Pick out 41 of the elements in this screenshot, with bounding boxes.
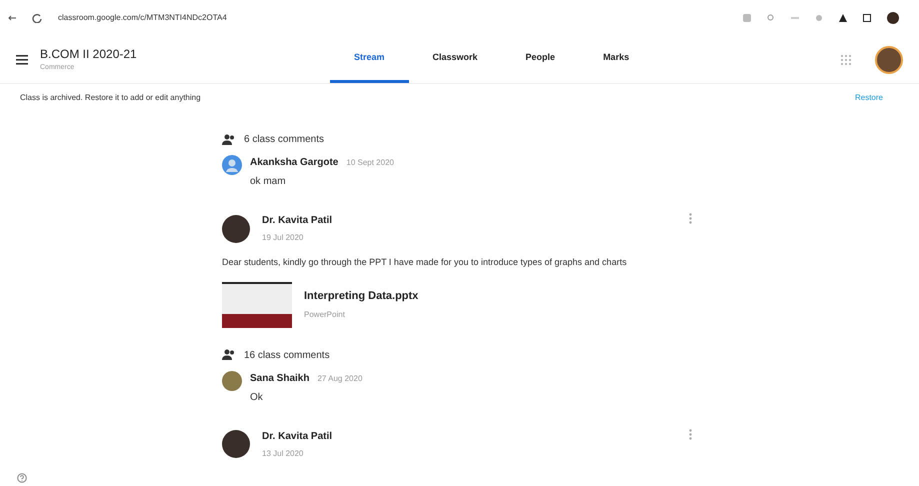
- avatar-photo-placeholder: [222, 214, 250, 242]
- class-title: B.COM II 2020-21: [40, 46, 138, 64]
- nav-tab[interactable]: Stream: [330, 36, 409, 83]
- avatar-photo-placeholder: [222, 370, 242, 390]
- help-icon[interactable]: [17, 473, 27, 483]
- avatar-photo-placeholder: [222, 430, 250, 458]
- post-date: 19 Jul 2020: [262, 232, 304, 244]
- nav-tab[interactable]: Marks: [579, 36, 654, 83]
- apps-grid-icon[interactable]: [841, 54, 851, 64]
- people-icon: [222, 134, 236, 146]
- reload-icon[interactable]: [32, 13, 42, 23]
- comment-count[interactable]: 6 class comments: [244, 132, 324, 147]
- window-icon[interactable]: [863, 14, 871, 22]
- nav-tab[interactable]: People: [502, 36, 580, 83]
- avatar-icon: [222, 155, 242, 175]
- comment-count[interactable]: 16 class comments: [244, 348, 330, 362]
- comment-text: ok mam: [250, 175, 287, 189]
- post-author: Dr. Kavita Patil: [262, 430, 332, 444]
- comment-text: Ok: [250, 390, 264, 404]
- profile-avatar[interactable]: [887, 12, 899, 24]
- attachment-title: Interpreting Data.pptx: [304, 289, 418, 304]
- more-options-icon[interactable]: [689, 428, 692, 440]
- nav-tab[interactable]: Classwork: [408, 36, 502, 83]
- user-avatar[interactable]: [875, 46, 903, 74]
- comment-author: Akanksha Gargote: [250, 156, 338, 170]
- attachment-type: PowerPoint: [304, 308, 346, 321]
- search-icon[interactable]: [767, 14, 775, 22]
- back-arrow-icon[interactable]: [8, 15, 16, 21]
- url-text[interactable]: classroom.google.com/c/MTM3NTI4NDc2OTA4: [58, 12, 727, 24]
- post-date: 13 Jul 2020: [262, 448, 304, 460]
- comment-author: Sana Shaikh: [250, 372, 310, 386]
- archived-message: Class is archived. Restore it to add or edit anything: [20, 92, 201, 104]
- people-icon: [222, 349, 236, 361]
- post-text: Dear students, kindly go through the PPT I have made for you to introduce types of graphs and charts: [222, 256, 628, 269]
- more-options-icon[interactable]: [689, 213, 692, 224]
- slide-thumbnail: [222, 282, 292, 328]
- menu-icon[interactable]: [16, 54, 28, 64]
- attachment-card[interactable]: Interpreting Data.pptx PowerPoint: [222, 282, 919, 328]
- comment-date: 27 Aug 2020: [317, 372, 362, 384]
- post-author: Dr. Kavita Patil: [262, 214, 332, 228]
- comment-date: 10 Sept 2020: [346, 157, 394, 169]
